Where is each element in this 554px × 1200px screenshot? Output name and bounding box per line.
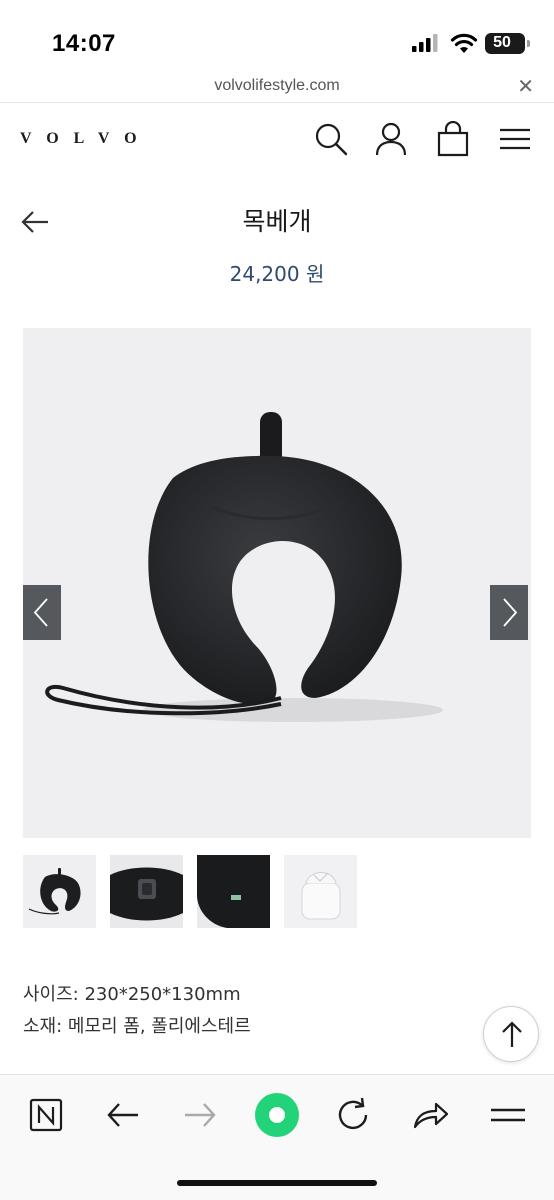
thumbnail-1[interactable] [23, 855, 96, 928]
scroll-to-top-button[interactable] [483, 1006, 539, 1062]
url-bar[interactable]: volvolifestyle.com ✕ [0, 72, 554, 102]
record-icon[interactable] [253, 1091, 301, 1139]
battery-level: 50 [493, 34, 511, 51]
product-gallery[interactable] [23, 328, 531, 838]
gallery-next-button[interactable] [490, 585, 528, 640]
arrow-up-icon [502, 1021, 522, 1047]
thumbnail-4[interactable] [284, 855, 357, 928]
share-icon[interactable] [408, 1093, 452, 1137]
shopping-bag-icon[interactable] [435, 121, 471, 157]
status-time: 14:07 [52, 30, 116, 57]
volvo-logo[interactable]: VOLVO [20, 130, 152, 148]
spec-size: 사이즈: 230*250*130mm [23, 984, 241, 1005]
gallery-prev-button[interactable] [23, 585, 61, 640]
neck-pillow-image [45, 412, 443, 722]
close-icon[interactable]: ✕ [517, 74, 534, 98]
chevron-right-icon [503, 598, 518, 627]
status-bar: 14:07 50 [0, 0, 554, 72]
product-price: 24,200 원 [229, 262, 325, 286]
wifi-icon [450, 33, 478, 53]
product-title: 목베개 [242, 207, 312, 236]
reload-icon[interactable] [331, 1093, 375, 1137]
chevron-left-icon [33, 598, 48, 627]
spec-material: 소재: 메모리 폼, 폴리에스테르 [23, 1016, 251, 1037]
forward-arrow-icon[interactable] [178, 1093, 222, 1137]
battery-icon: 50 [485, 33, 530, 54]
search-icon[interactable] [313, 121, 349, 157]
back-arrow-icon[interactable] [101, 1093, 145, 1137]
menu-icon[interactable] [486, 1093, 530, 1137]
thumbnail-3[interactable] [197, 855, 270, 928]
menu-icon[interactable] [497, 121, 533, 157]
url-text[interactable]: volvolifestyle.com [0, 77, 554, 95]
account-icon[interactable] [373, 121, 409, 157]
cellular-signal-icon [412, 34, 438, 52]
home-indicator[interactable] [177, 1180, 377, 1186]
thumbnail-2[interactable] [110, 855, 183, 928]
site-header: VOLVO [0, 102, 554, 174]
n-icon[interactable] [24, 1093, 68, 1137]
